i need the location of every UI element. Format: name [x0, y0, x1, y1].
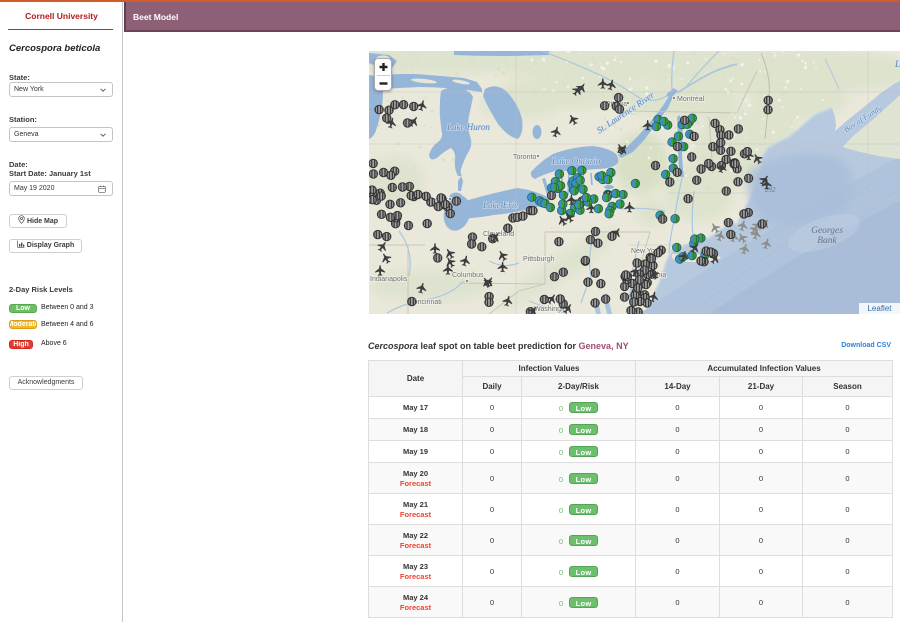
svg-text:Lake Huron: Lake Huron: [446, 122, 490, 132]
svg-text:Lake Ontario: Lake Ontario: [551, 156, 601, 166]
svg-text:Toronto: Toronto: [513, 154, 536, 161]
svg-text:Lake Erie: Lake Erie: [482, 200, 518, 210]
svg-text:Bank: Bank: [817, 236, 837, 246]
svg-text:L: L: [894, 59, 900, 69]
svg-text:Indianapolis: Indianapolis: [370, 276, 408, 283]
svg-text:Georges: Georges: [811, 226, 843, 236]
svg-text:Montréal: Montréal: [677, 96, 705, 103]
svg-text:Pittsburgh: Pittsburgh: [523, 256, 555, 263]
svg-text:Columbus: Columbus: [452, 272, 484, 279]
